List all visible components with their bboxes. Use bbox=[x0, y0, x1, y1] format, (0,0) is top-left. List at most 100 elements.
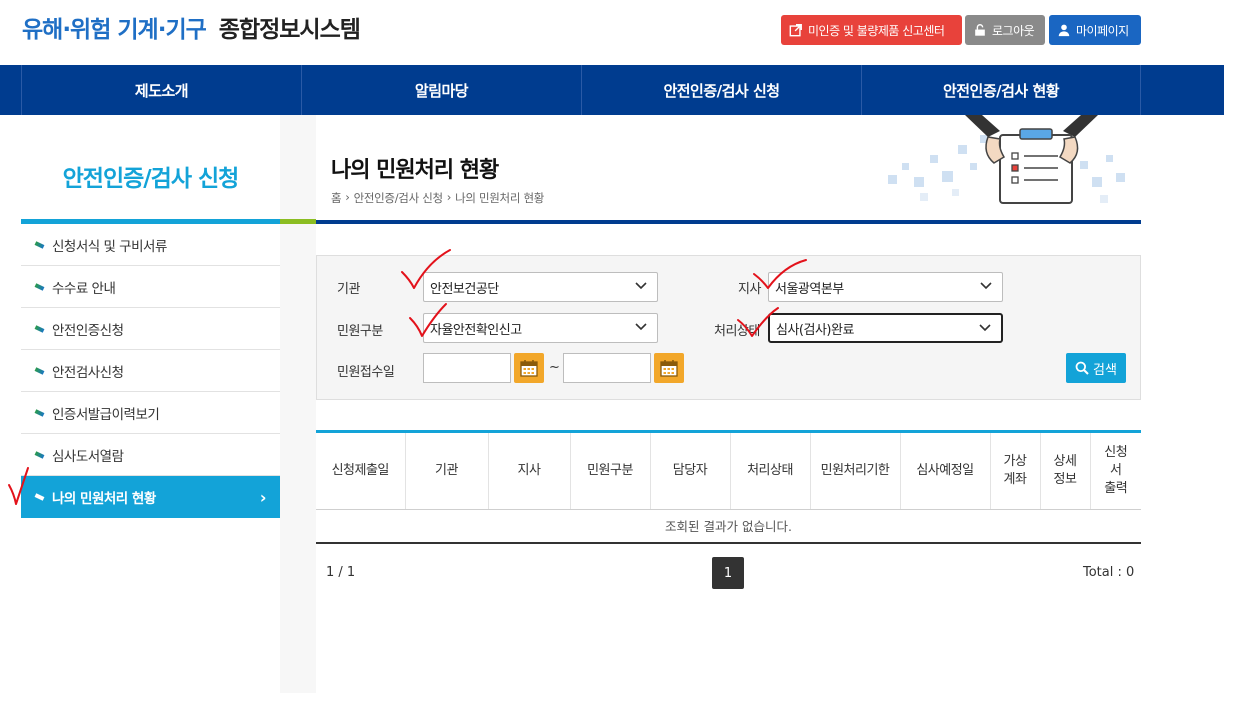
results-table: 신청제출일 기관 지사 민원구분 담당자 처리상태 민원처리기한 심사예정일 가… bbox=[316, 430, 1141, 544]
date-to-input[interactable] bbox=[563, 353, 651, 383]
sidebar-item-fees[interactable]: 수수료 안내 bbox=[21, 266, 280, 308]
chevron-down-icon bbox=[979, 324, 991, 332]
chevron-right-icon: › bbox=[345, 190, 350, 204]
search-icon bbox=[1075, 361, 1089, 375]
branch-select[interactable]: 서울광역본부 bbox=[768, 272, 1003, 302]
page: 유해·위험 기계·기구 종합정보시스템 미인증 및 불량제품 신고센터 로그아웃… bbox=[0, 0, 1258, 708]
bullet-icon bbox=[34, 282, 45, 291]
sidebar-item-label: 신청서식 및 구비서류 bbox=[52, 238, 167, 255]
sidebar-item-my-status[interactable]: 나의 민원처리 현황 › bbox=[21, 476, 280, 518]
page-info: 1 / 1 bbox=[326, 565, 356, 580]
type-select[interactable]: 자율안전확인신고 bbox=[423, 313, 658, 343]
nav-item-notice[interactable]: 알림마당 bbox=[301, 65, 581, 115]
sidebar-accent-green bbox=[280, 219, 316, 224]
bullet-icon bbox=[34, 493, 45, 501]
content-divider bbox=[316, 220, 1141, 224]
chevron-down-icon bbox=[635, 282, 647, 290]
sidebar-item-label: 나의 민원처리 현황 bbox=[52, 491, 156, 507]
agency-label: 기관 bbox=[337, 282, 360, 297]
report-center-button[interactable]: 미인증 및 불량제품 신고센터 bbox=[781, 15, 962, 45]
sidebar-item-label: 수수료 안내 bbox=[52, 280, 116, 297]
bullet-icon bbox=[34, 408, 45, 417]
page-number-button[interactable]: 1 bbox=[712, 557, 744, 589]
calendar-icon bbox=[660, 360, 678, 377]
site-title-secondary: 종합정보시스템 bbox=[218, 17, 361, 43]
sidebar-item-forms[interactable]: 신청서식 및 구비서류 bbox=[21, 224, 280, 266]
search-panel: 기관 안전보건공단 지사 서울광역본부 민원구분 자율안전확인신고 처리상태 심… bbox=[316, 255, 1141, 400]
branch-select-value: 서울광역본부 bbox=[775, 281, 844, 297]
date-range-separator: ~ bbox=[549, 360, 560, 375]
status-select-value: 심사(검사)완료 bbox=[776, 322, 854, 338]
branch-label: 지사 bbox=[738, 282, 761, 297]
calendar-from-button[interactable] bbox=[514, 353, 544, 383]
sidebar-menu: 신청서식 및 구비서류 수수료 안내 안전인증신청 안전검사신청 인증서발급이력… bbox=[21, 224, 280, 518]
nav-item-system-intro[interactable]: 제도소개 bbox=[21, 65, 301, 115]
calendar-to-button[interactable] bbox=[654, 353, 684, 383]
empty-results-message: 조회된 결과가 없습니다. bbox=[316, 509, 1141, 544]
bullet-icon bbox=[34, 324, 45, 333]
date-label: 민원접수일 bbox=[337, 365, 395, 380]
breadcrumb-current: 나의 민원처리 현황 bbox=[455, 191, 545, 205]
site-title-primary: 유해·위험 기계·기구 bbox=[22, 17, 207, 43]
type-label: 민원구분 bbox=[337, 324, 383, 339]
status-label: 처리상태 bbox=[714, 324, 760, 339]
sidebar-title: 안전인증/검사 신청 bbox=[62, 166, 240, 192]
page-title: 나의 민원처리 현황 bbox=[331, 158, 499, 183]
agency-select-value: 안전보건공단 bbox=[430, 281, 499, 297]
column-header: 상세 정보 bbox=[1040, 430, 1091, 510]
main-nav: 제도소개 알림마당 안전인증/검사 신청 안전인증/검사 현황 bbox=[0, 65, 1224, 115]
site-title[interactable]: 유해·위험 기계·기구 종합정보시스템 bbox=[22, 10, 361, 44]
logout-label: 로그아웃 bbox=[992, 23, 1035, 38]
column-header: 담당자 bbox=[650, 430, 731, 510]
chevron-right-icon: › bbox=[446, 190, 452, 204]
sidebar-item-label: 안전검사신청 bbox=[52, 364, 124, 381]
column-header: 민원처리기한 bbox=[810, 430, 901, 510]
type-select-value: 자율안전확인신고 bbox=[430, 322, 522, 338]
sidebar-item-review-docs[interactable]: 심사도서열람 bbox=[21, 434, 280, 476]
mypage-button[interactable]: 마이페이지 bbox=[1049, 15, 1141, 45]
table-row: 조회된 결과가 없습니다. bbox=[316, 509, 1141, 544]
column-header: 가상 계좌 bbox=[990, 430, 1041, 510]
calendar-icon bbox=[520, 360, 538, 377]
sidebar-item-label: 심사도서열람 bbox=[52, 448, 124, 465]
user-icon bbox=[1058, 24, 1070, 37]
agency-select[interactable]: 안전보건공단 bbox=[423, 272, 658, 302]
sidebar-gutter bbox=[280, 115, 316, 693]
chevron-down-icon bbox=[635, 323, 647, 331]
breadcrumb: 홈 › 안전인증/검사 신청 › 나의 민원처리 현황 bbox=[331, 190, 544, 206]
column-header: 심사예정일 bbox=[900, 430, 991, 510]
breadcrumb-home[interactable]: 홈 bbox=[331, 190, 342, 206]
sidebar: 안전인증/검사 신청 신청서식 및 구비서류 수수료 안내 안전인증신청 안전검… bbox=[21, 115, 316, 693]
column-header: 신청제출일 bbox=[316, 430, 406, 510]
bullet-icon bbox=[34, 240, 45, 249]
column-header: 신청 서 출력 bbox=[1090, 430, 1141, 510]
nav-item-apply[interactable]: 안전인증/검사 신청 bbox=[581, 65, 861, 115]
bullet-icon bbox=[34, 450, 45, 459]
column-header: 민원구분 bbox=[570, 430, 651, 510]
external-link-icon bbox=[789, 24, 802, 37]
column-header: 처리상태 bbox=[730, 430, 811, 510]
sidebar-item-label: 안전인증신청 bbox=[52, 322, 124, 339]
mypage-label: 마이페이지 bbox=[1076, 23, 1129, 38]
nav-item-status[interactable]: 안전인증/검사 현황 bbox=[861, 65, 1141, 115]
unlock-icon bbox=[975, 24, 985, 36]
report-center-label: 미인증 및 불량제품 신고센터 bbox=[808, 23, 945, 38]
chevron-down-icon bbox=[980, 282, 992, 290]
sidebar-item-cert-apply[interactable]: 안전인증신청 bbox=[21, 308, 280, 350]
total-count: Total : 0 bbox=[1083, 565, 1135, 580]
sidebar-item-inspection-apply[interactable]: 안전검사신청 bbox=[21, 350, 280, 392]
search-button[interactable]: 검색 bbox=[1066, 353, 1126, 383]
table-header-row: 신청제출일 기관 지사 민원구분 담당자 처리상태 민원처리기한 심사예정일 가… bbox=[316, 430, 1141, 510]
column-header: 지사 bbox=[488, 430, 571, 510]
sidebar-item-label: 인증서발급이력보기 bbox=[52, 406, 160, 423]
search-button-label: 검색 bbox=[1093, 362, 1117, 378]
status-select[interactable]: 심사(검사)완료 bbox=[768, 313, 1003, 343]
breadcrumb-section[interactable]: 안전인증/검사 신청 bbox=[354, 190, 443, 206]
chevron-right-icon: › bbox=[259, 488, 267, 507]
date-from-input[interactable] bbox=[423, 353, 511, 383]
logout-button[interactable]: 로그아웃 bbox=[965, 15, 1045, 45]
sidebar-item-cert-history[interactable]: 인증서발급이력보기 bbox=[21, 392, 280, 434]
clipboard-illustration bbox=[870, 115, 1140, 215]
bullet-icon bbox=[34, 366, 45, 375]
column-header: 기관 bbox=[405, 430, 489, 510]
